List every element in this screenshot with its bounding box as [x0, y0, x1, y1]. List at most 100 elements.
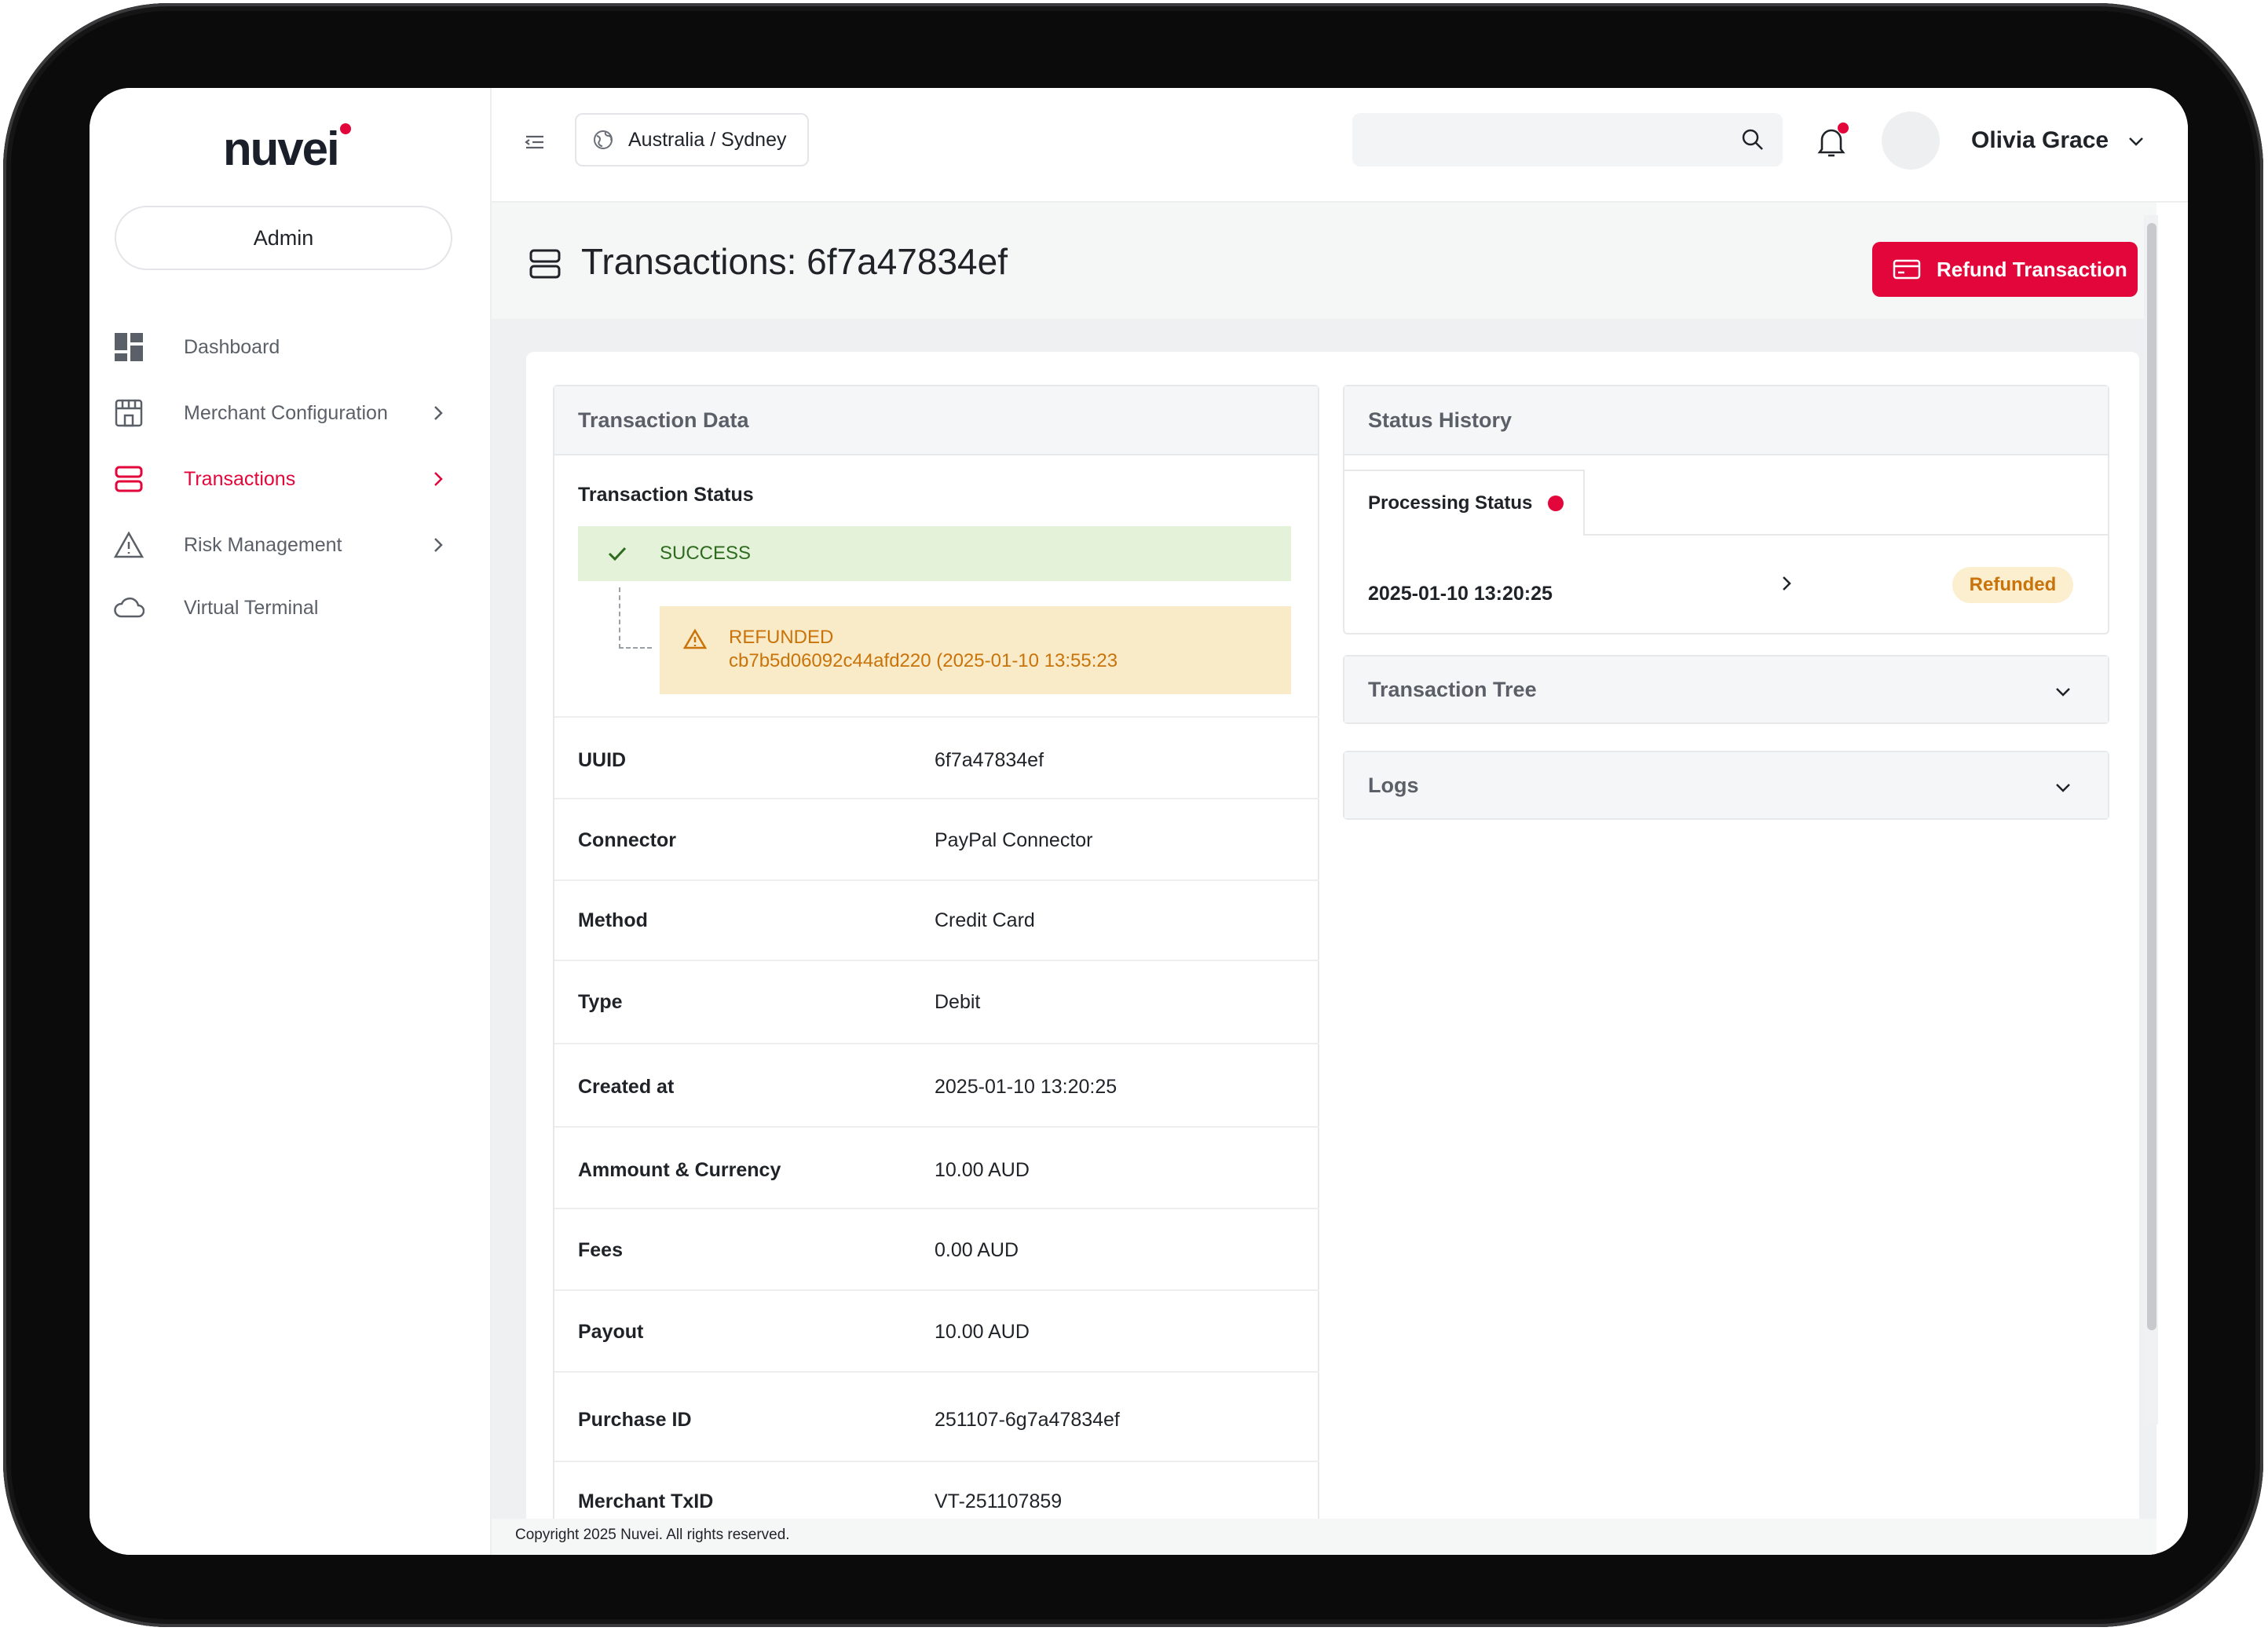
sidebar-item-label: Risk Management — [184, 533, 342, 556]
user-name[interactable]: Olivia Grace — [1971, 127, 2109, 154]
chevron-right-icon — [434, 406, 443, 420]
chevron-right-icon[interactable] — [1776, 573, 1797, 594]
chevron-right-icon — [434, 538, 443, 552]
warning-icon — [112, 528, 146, 562]
sidebar-item-dashboard[interactable]: Dashboard — [112, 324, 473, 371]
tab-processing-status[interactable]: Processing Status — [1344, 470, 1585, 536]
role-selector[interactable]: Admin — [115, 206, 452, 270]
row-value: 251107-6g7a47834ef — [935, 1409, 1120, 1431]
app-screen: nuvei Admin Dashboard Merchant Configura… — [90, 88, 2188, 1555]
row-value: 10.00 AUD — [935, 1159, 1030, 1181]
sidebar-item-label: Virtual Terminal — [184, 596, 319, 619]
row-value: PayPal Connector — [935, 829, 1093, 851]
tab-divider — [1585, 534, 2109, 536]
row-key: Purchase ID — [578, 1409, 692, 1431]
status-refunded: REFUNDED cb7b5d06092c44afd220 (2025-01-1… — [660, 606, 1291, 694]
table-row: Ammount & Currency 10.00 AUD — [554, 1126, 1319, 1209]
chevron-down-icon[interactable] — [2053, 682, 2073, 702]
panel-title: Transaction Data — [554, 386, 1318, 455]
tab-label: Processing Status — [1368, 492, 1533, 514]
transaction-tree-accordion[interactable]: Transaction Tree — [1343, 655, 2109, 724]
role-label: Admin — [253, 225, 314, 250]
row-value: 2025-01-10 13:20:25 — [935, 1076, 1118, 1098]
warning-icon — [683, 628, 707, 649]
device-frame: nuvei Admin Dashboard Merchant Configura… — [3, 3, 2263, 1627]
row-value: 0.00 AUD — [935, 1239, 1019, 1261]
copyright-text: Copyright 2025 Nuvei. All rights reserve… — [515, 1527, 790, 1543]
topbar: Australia / Sydney Olivia Grace — [492, 88, 2188, 203]
table-row: Type Debit — [554, 960, 1319, 1044]
sidebar: nuvei Admin Dashboard Merchant Configura… — [90, 88, 492, 1555]
sidebar-item-virtual-terminal[interactable]: Virtual Terminal — [112, 584, 473, 631]
row-value: VT-251107859 — [935, 1490, 1063, 1512]
history-timestamp: 2025-01-10 13:20:25 — [1368, 583, 1553, 605]
panel-title: Status History — [1344, 386, 2108, 455]
check-icon — [608, 547, 627, 561]
timezone-label: Australia / Sydney — [628, 128, 787, 151]
table-row: Created at 2025-01-10 13:20:25 — [554, 1043, 1319, 1128]
main-content: Transactions: 6f7a47834ef Refund Transac… — [492, 203, 2158, 1555]
accordion-title: Transaction Tree — [1344, 656, 2108, 722]
table-row: UUID 6f7a47834ef — [554, 716, 1319, 799]
page-title: Transactions: 6f7a47834ef — [581, 241, 1008, 282]
menu-collapse-icon[interactable] — [523, 130, 547, 154]
row-key: Method — [578, 909, 648, 931]
sidebar-item-merchant-configuration[interactable]: Merchant Configuration — [112, 389, 473, 437]
refund-button-label: Refund Transaction — [1937, 257, 2127, 281]
transactions-icon — [112, 462, 146, 496]
sidebar-item-label: Dashboard — [184, 335, 280, 358]
logs-accordion[interactable]: Logs — [1343, 751, 2109, 820]
row-key: Merchant TxID — [578, 1490, 714, 1512]
row-key: Created at — [578, 1076, 675, 1098]
refunded-label: REFUNDED — [729, 627, 834, 648]
status-history-panel: Status History Processing Status 2025-01… — [1343, 385, 2109, 634]
row-key: Connector — [578, 829, 676, 851]
accordion-title: Logs — [1344, 752, 2108, 818]
sidebar-item-label: Merchant Configuration — [184, 401, 388, 424]
row-value: 6f7a47834ef — [935, 749, 1044, 771]
table-row: Payout 10.00 AUD — [554, 1289, 1319, 1373]
refund-transaction-button[interactable]: Refund Transaction — [1872, 242, 2138, 297]
footer: Copyright 2025 Nuvei. All rights reserve… — [492, 1519, 2156, 1555]
chevron-down-icon[interactable] — [2053, 777, 2073, 798]
row-key: Type — [578, 991, 623, 1013]
row-value: Debit — [935, 991, 981, 1013]
row-value: 10.00 AUD — [935, 1321, 1030, 1343]
transactions-icon — [529, 249, 561, 279]
cloud-icon — [112, 591, 146, 625]
row-key: Ammount & Currency — [578, 1159, 781, 1181]
sidebar-item-transactions[interactable]: Transactions — [112, 455, 473, 503]
avatar[interactable] — [1882, 112, 1940, 170]
transaction-detail-card: Transaction Data Transaction Status SUCC… — [526, 352, 2139, 1539]
store-icon — [112, 396, 146, 430]
nuvei-logo[interactable]: nuvei — [223, 118, 357, 181]
table-row: Purchase ID 251107-6g7a47834ef — [554, 1371, 1319, 1462]
row-key: Fees — [578, 1239, 623, 1261]
status-success-label: SUCCESS — [660, 543, 752, 564]
sidebar-item-risk-management[interactable]: Risk Management — [112, 521, 473, 569]
refunded-detail: cb7b5d06092c44afd220 (2025-01-10 13:55:2… — [729, 650, 1118, 671]
tree-connector — [619, 587, 652, 649]
transaction-status-label: Transaction Status — [578, 484, 754, 506]
page-header: Transactions: 6f7a47834ef Refund Transac… — [492, 203, 2156, 319]
status-success: SUCCESS — [578, 526, 1291, 581]
sidebar-item-label: Transactions — [184, 467, 296, 490]
transaction-data-panel: Transaction Data Transaction Status SUCC… — [553, 385, 1319, 1539]
svg-text:nuvei: nuvei — [223, 123, 338, 175]
status-badge: Refunded — [1952, 567, 2073, 603]
globe-icon — [594, 130, 613, 149]
dashboard-icon — [112, 330, 146, 364]
row-key: UUID — [578, 749, 627, 771]
row-key: Payout — [578, 1321, 644, 1343]
table-row: Fees 0.00 AUD — [554, 1208, 1319, 1291]
scrollbar-thumb[interactable] — [2147, 223, 2156, 1330]
chevron-down-icon[interactable] — [2125, 130, 2147, 152]
credit-card-icon — [1893, 259, 1921, 280]
table-row: Connector PayPal Connector — [554, 798, 1319, 881]
table-row: Method Credit Card — [554, 879, 1319, 961]
row-value: Credit Card — [935, 909, 1035, 931]
notification-badge — [1838, 123, 1849, 133]
search-input[interactable] — [1352, 113, 1783, 166]
timezone-selector[interactable]: Australia / Sydney — [575, 113, 809, 166]
search-icon[interactable] — [1740, 127, 1765, 152]
